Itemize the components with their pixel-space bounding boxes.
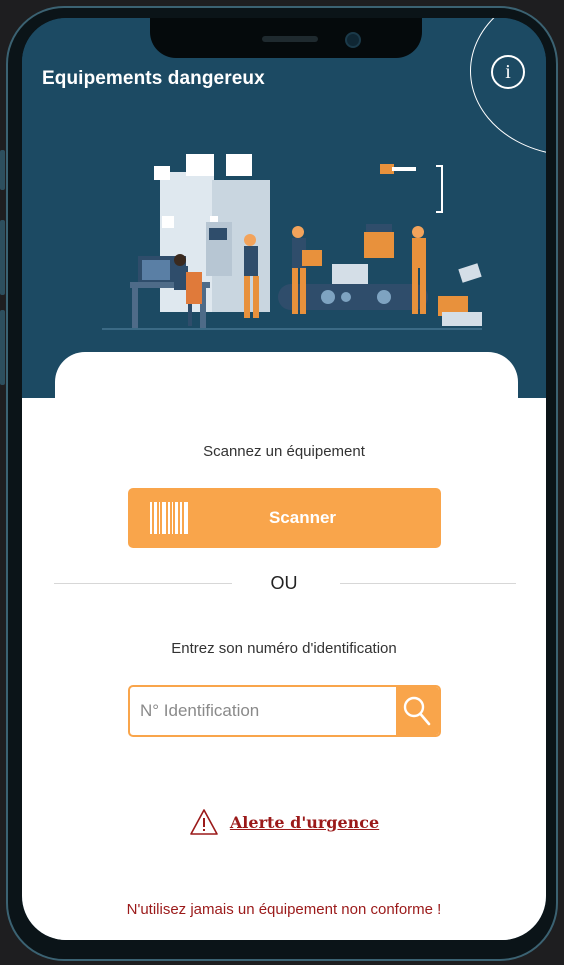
phone-side-button	[0, 310, 5, 385]
gear-icon	[341, 292, 351, 302]
phone-frame: Equipements dangereux i Scannez un équip…	[0, 0, 564, 965]
worker-torso	[412, 238, 426, 268]
stacked-box	[442, 312, 482, 326]
floor-line	[102, 328, 482, 330]
robot-arm-bracket	[436, 165, 443, 213]
app-screen: Equipements dangereux i Scannez un équip…	[22, 18, 546, 940]
box-shape	[162, 216, 174, 228]
scanner-button[interactable]: Scanner	[128, 488, 441, 548]
factory-illustration	[102, 154, 482, 330]
emergency-alert-link[interactable]: Alerte d'urgence	[22, 808, 546, 838]
front-camera	[345, 32, 361, 48]
phone-side-button	[0, 220, 5, 295]
box-shape	[154, 166, 170, 180]
info-button[interactable]: i	[491, 55, 525, 89]
chair-leg	[188, 304, 192, 326]
identification-field	[128, 685, 441, 737]
page-title: Equipements dangereux	[42, 68, 265, 89]
carried-box	[302, 250, 322, 266]
robot-arm	[392, 167, 416, 171]
gear-icon	[321, 290, 335, 304]
worker-leg	[292, 268, 298, 314]
worker-chair	[186, 272, 202, 304]
box-shape	[226, 154, 252, 176]
computer-monitor	[142, 260, 170, 280]
worker-leg	[420, 268, 426, 314]
worker-helmet	[292, 226, 304, 238]
worker-helmet	[412, 226, 424, 238]
identification-input[interactable]	[130, 687, 398, 735]
or-separator: OU	[270, 573, 298, 593]
worker-body	[174, 266, 188, 290]
warning-triangle-icon	[189, 809, 218, 835]
footer-warning: N'utilisez jamais un équipement non conf…	[126, 901, 442, 918]
flying-box	[458, 263, 482, 283]
speaker-grill	[262, 36, 318, 42]
phone-notch	[150, 18, 422, 58]
worker-leg	[253, 276, 259, 318]
worker-helmet	[244, 234, 256, 246]
box-shape	[186, 154, 214, 176]
desk-leg	[132, 288, 138, 328]
header: Equipements dangereux i	[22, 18, 546, 398]
info-icon: i	[505, 61, 511, 83]
worker-torso	[244, 246, 258, 276]
worker-leg	[412, 268, 418, 314]
search-button[interactable]	[396, 687, 439, 735]
identification-prompt: Entrez son numéro d'identification	[171, 640, 397, 657]
gear-icon	[377, 290, 391, 304]
scanner-button-label: Scanner	[268, 508, 337, 527]
crane-hook	[366, 224, 392, 232]
search-icon	[403, 696, 431, 726]
scan-prompt: Scannez un équipement	[203, 443, 365, 460]
robot-arm-head	[380, 164, 394, 174]
console-screen	[209, 228, 227, 240]
crane-box	[364, 232, 394, 258]
phone-side-button	[0, 150, 5, 190]
conveyor-box	[332, 264, 368, 284]
emergency-alert-label: Alerte d'urgence	[229, 812, 380, 832]
worker-leg	[244, 276, 250, 318]
worker-head	[174, 254, 186, 266]
worker-leg	[300, 268, 306, 314]
